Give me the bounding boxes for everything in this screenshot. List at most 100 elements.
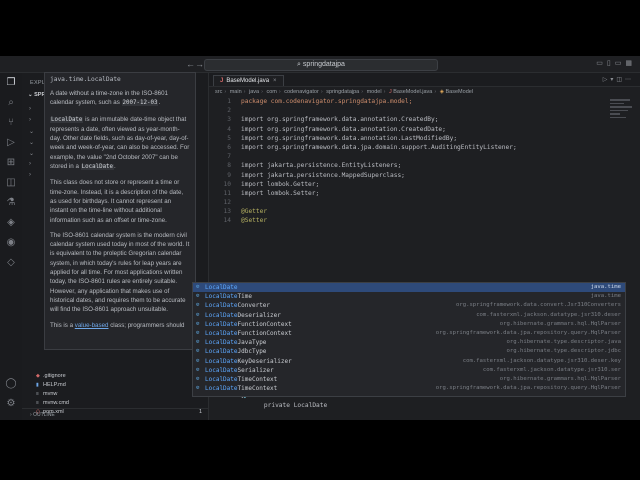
hover-paragraph: A date without a time-zone in the ISO-86… [50, 90, 168, 107]
code-line: 3 import org.springframework.data.annotat… [227, 116, 439, 124]
file-icon: ≡ [36, 391, 39, 397]
code-lines[interactable]: 1 package com.codenavigator.springdatajpa… [209, 97, 589, 226]
hover-paragraph: This class does not store or represent a… [50, 179, 184, 224]
java-file-icon: J [388, 89, 392, 95]
chevron-right-icon[interactable]: › [29, 161, 31, 167]
suggestion-label: LocalDateDeserializer [205, 311, 281, 319]
java-file-icon: J [220, 78, 224, 84]
settings-gear-icon[interactable]: ⚙ [0, 394, 22, 414]
forward-arrow-icon[interactable]: → [195, 59, 204, 69]
suggestion-item[interactable]: ⚙ LocalDateSerializer com.fasterxml.jackso… [193, 366, 625, 375]
suggestion-label: LocalDateTimeContext [205, 375, 278, 383]
suggestion-detail: org.springframework.data.jpa.repository.… [435, 329, 621, 336]
chevron-right-icon[interactable]: › [29, 117, 31, 123]
class-icon: ⚙ [196, 302, 200, 309]
suggestion-detail: org.springframework.data.convert.Jsr310C… [455, 302, 621, 309]
code-line: 9 import jakarta.persistence.MappedSuperc… [227, 171, 405, 179]
chevron-right-icon[interactable]: › [29, 172, 31, 178]
extensions-icon[interactable]: ⊞ [0, 153, 22, 173]
run-debug-icon[interactable]: ▷ [0, 133, 22, 153]
suggestion-label: LocalDateFunctionContext [205, 320, 292, 328]
account-icon[interactable]: ◯ [0, 374, 22, 394]
code-line: 1 package com.codenavigator.springdatajpa… [227, 98, 413, 105]
class-icon: ⚙ [196, 348, 200, 355]
command-center-search[interactable]: ⌕ springdatajpa [204, 59, 438, 71]
file-mvnw[interactable]: ≡ mvnw [36, 391, 57, 397]
chevron-down-icon[interactable]: ⌄ [29, 150, 34, 157]
suggestion-label: LocalDateFunctionContext [205, 329, 292, 337]
suggestion-detail: org.hibernate.type.descriptor.jdbc [506, 348, 621, 355]
code-line: 7 [227, 153, 231, 161]
suggestion-item[interactable]: ⚙ LocalDateTimeContext org.hibernate.gramm… [193, 375, 625, 384]
source-control-icon[interactable]: ⑂ [0, 113, 22, 133]
close-icon[interactable]: × [273, 78, 277, 84]
file-icon: ≡ [36, 400, 39, 406]
suggestion-item[interactable]: ⚙ LocalDateDeserializer com.fasterxml.jack… [193, 311, 625, 320]
code-line: 12 [223, 199, 231, 207]
class-icon: ⚙ [196, 366, 200, 373]
class-icon: ⚙ [196, 284, 200, 290]
database-icon[interactable]: ◉ [0, 233, 22, 253]
suggestion-label: LocalDateJavaType [205, 339, 267, 347]
suggestion-item[interactable]: ⚙ LocalDateConverter org.springframework.d… [193, 301, 625, 310]
code-line: 8 import jakarta.persistence.EntityListen… [227, 162, 402, 170]
hover-paragraph: This is a value-based class; programmers… [50, 321, 185, 329]
code-line: 6 import org.springframework.data.jpa.dom… [227, 143, 517, 151]
code-line: 2 [227, 107, 231, 115]
value-based-link[interactable]: value-based [75, 322, 109, 329]
autocomplete-suggestions: ⚙ LocalDate java.time ⚙ LocalDateTime java.ti… [192, 282, 626, 397]
suggestion-item[interactable]: ⚙ LocalDateJavaType org.hibernate.type.des… [193, 338, 625, 347]
back-arrow-icon[interactable]: ← [186, 59, 195, 69]
file-gitignore[interactable]: ◆ .gitignore [36, 373, 66, 379]
hover-paragraph: LocalDate is an immutable date-time obje… [50, 115, 190, 171]
suggestion-item[interactable]: ⚙ LocalDateTimeContext org.springframework… [193, 384, 625, 393]
suggestion-item[interactable]: ⚙ LocalDateKeyDeserializer com.fasterxml.j… [193, 357, 625, 366]
docker-icon[interactable]: ◈ [0, 213, 22, 233]
suggestion-item[interactable]: ⚙ LocalDateFunctionContext org.springframe… [193, 329, 625, 338]
code-line: 10 import lombok.Getter; [223, 180, 320, 188]
editor-tabs: J BaseModel.java × ▷▾◫⋯ [209, 73, 640, 87]
editor-actions[interactable]: ▷▾◫⋯ [603, 76, 634, 83]
suggestion-detail: java.time [590, 284, 621, 290]
chevron-right-icon[interactable]: › [29, 106, 31, 112]
minimap[interactable] [610, 99, 634, 139]
suggestion-item[interactable]: ⚙ LocalDateJdbcType org.hibernate.type.des… [193, 347, 625, 356]
suggestion-item[interactable]: ⚙ LocalDateFunctionContext org.hibernate.g… [193, 320, 625, 329]
suggestion-label: LocalDateSerializer [205, 366, 274, 374]
code-line: 4 import org.springframework.data.annotat… [227, 125, 446, 133]
suggestion-detail: org.hibernate.grammars.hql.HqlParser [499, 375, 621, 382]
file-mvnw-cmd[interactable]: ≡ mvnw.cmd [36, 400, 69, 406]
layout-icons[interactable]: ▭▯▭▦ [596, 59, 636, 67]
class-icon: ⚙ [196, 320, 200, 327]
suggestion-item[interactable]: ⚙ LocalDate java.time [193, 283, 625, 293]
hover-documentation-popup: java.time.LocalDate A date without a tim… [44, 72, 196, 350]
bookmark-icon[interactable]: ◇ [0, 253, 22, 273]
code-line: 11 import lombok.Setter; [223, 189, 320, 197]
explorer-icon[interactable]: ❐ [0, 73, 22, 93]
code-line: 13 @Getter [223, 208, 268, 216]
suggestion-detail: org.springframework.data.jpa.repository.… [435, 385, 621, 392]
vscode-window: ← → ⌕ springdatajpa ▭▯▭▦ ❐ ⌕ ⑂ ▷ ⊞ ◫ ⚗ ◈… [0, 56, 640, 420]
suggestion-detail: org.hibernate.grammars.hql.HqlParser [499, 320, 621, 327]
chevron-down-icon[interactable]: ⌄ [29, 128, 34, 135]
code-line: 14 @Setter [223, 217, 268, 225]
hover-paragraph: The ISO-8601 calendar system is the mode… [50, 231, 190, 314]
outline-section[interactable]: › OUTLINE [22, 408, 208, 420]
suggestion-detail: org.hibernate.type.descriptor.java [506, 339, 621, 346]
class-icon: ⚙ [196, 357, 200, 364]
git-file-icon: ◆ [36, 373, 40, 379]
remote-icon[interactable]: ◫ [0, 173, 22, 193]
class-icon: ⚙ [196, 339, 200, 346]
activity-bar: ❐ ⌕ ⑂ ▷ ⊞ ◫ ⚗ ◈ ◉ ◇ ◯ ⚙ [0, 73, 23, 420]
testing-icon[interactable]: ⚗ [0, 193, 22, 213]
file-help-md[interactable]: ▮ HELP.md [36, 382, 66, 388]
suggestion-label: LocalDateTime [205, 293, 252, 301]
title-bar: ← → ⌕ springdatajpa ▭▯▭▦ [0, 56, 640, 73]
suggestion-detail: java.time [590, 293, 621, 300]
search-icon[interactable]: ⌕ [0, 93, 22, 113]
tab-basemodel-java[interactable]: J BaseModel.java × [213, 75, 284, 86]
chevron-down-icon[interactable]: ⌄ [29, 139, 34, 146]
suggestion-item[interactable]: ⚙ LocalDateTime java.time [193, 292, 625, 301]
class-icon: ⚙ [196, 375, 200, 382]
suggestion-label: LocalDateTimeContext [205, 385, 278, 393]
